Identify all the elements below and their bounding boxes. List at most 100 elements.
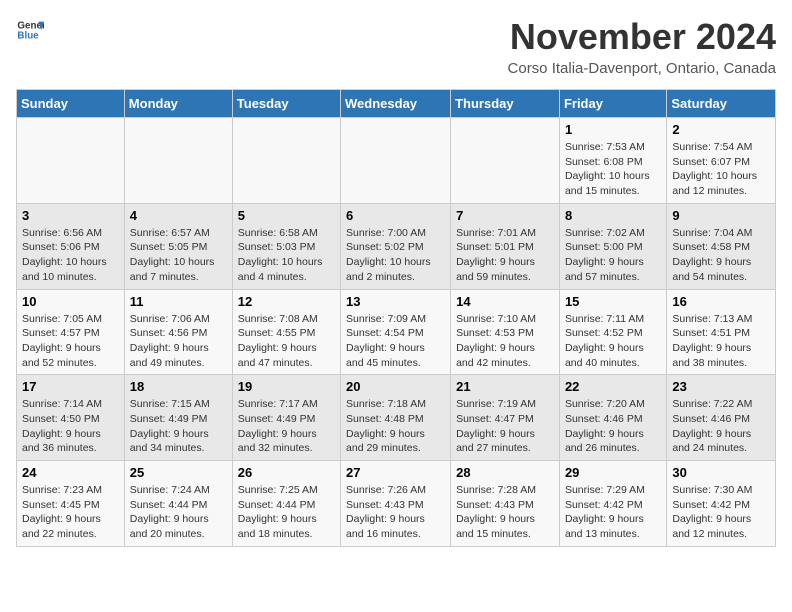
calendar-cell: 29Sunrise: 7:29 AM Sunset: 4:42 PM Dayli… [559, 461, 666, 547]
calendar-cell: 15 Sunrise: 7:11 AM Sunset: 4:52 PM Dayli… [559, 289, 666, 375]
day-info: Sunrise: 7:01 AM Sunset: 5:01 PM Dayligh… [456, 226, 554, 285]
day-info: Sunrise: 7:26 AM Sunset: 4:43 PM Dayligh… [346, 483, 445, 542]
calendar-cell: 7Sunrise: 7:01 AM Sunset: 5:01 PM Daylig… [451, 203, 560, 289]
weekday-header-tuesday: Tuesday [232, 90, 340, 118]
weekday-header-sunday: Sunday [17, 90, 125, 118]
week-row-2: 3 Sunrise: 6:56 AM Sunset: 5:06 PM Daylig… [17, 203, 776, 289]
day-info: Sunrise: 7:10 AM Sunset: 4:53 PM Dayligh… [456, 312, 554, 371]
calendar-table: SundayMondayTuesdayWednesdayThursdayFrid… [16, 89, 776, 547]
calendar-cell: 24 Sunrise: 7:23 AM Sunset: 4:45 PM Dayli… [17, 461, 125, 547]
day-number: 3 [22, 208, 119, 223]
calendar-cell: 18Sunrise: 7:15 AM Sunset: 4:49 PM Dayli… [124, 375, 232, 461]
day-number: 23 [672, 379, 770, 394]
calendar-cell: 17 Sunrise: 7:14 AM Sunset: 4:50 PM Dayli… [17, 375, 125, 461]
day-number: 2 [672, 122, 770, 137]
day-info: Sunrise: 7:23 AM Sunset: 4:45 PM Dayligh… [22, 483, 119, 542]
calendar-cell: 9Sunrise: 7:04 AM Sunset: 4:58 PM Daylig… [667, 203, 776, 289]
calendar-cell: 25 Sunrise: 7:24 AM Sunset: 4:44 PM Dayli… [124, 461, 232, 547]
day-number: 15 [565, 294, 661, 309]
day-info: Sunrise: 6:58 AM Sunset: 5:03 PM Dayligh… [238, 226, 335, 285]
calendar-cell: 4 Sunrise: 6:57 AM Sunset: 5:05 PM Daylig… [124, 203, 232, 289]
title-area: November 2024 Corso Italia-Davenport, On… [508, 16, 776, 77]
day-number: 6 [346, 208, 445, 223]
day-number: 21 [456, 379, 554, 394]
calendar-cell: 12Sunrise: 7:08 AM Sunset: 4:55 PM Dayli… [232, 289, 340, 375]
svg-text:Blue: Blue [17, 30, 39, 41]
calendar-cell [451, 118, 560, 204]
day-number: 8 [565, 208, 661, 223]
day-info: Sunrise: 7:15 AM Sunset: 4:49 PM Dayligh… [130, 397, 227, 456]
day-info: Sunrise: 7:13 AM Sunset: 4:51 PM Dayligh… [672, 312, 770, 371]
day-info: Sunrise: 7:18 AM Sunset: 4:48 PM Dayligh… [346, 397, 445, 456]
day-info: Sunrise: 7:25 AM Sunset: 4:44 PM Dayligh… [238, 483, 335, 542]
day-number: 11 [130, 294, 227, 309]
day-number: 28 [456, 465, 554, 480]
day-number: 24 [22, 465, 119, 480]
calendar-cell: 19 Sunrise: 7:17 AM Sunset: 4:49 PM Dayli… [232, 375, 340, 461]
day-number: 16 [672, 294, 770, 309]
calendar-cell [124, 118, 232, 204]
day-info: Sunrise: 7:17 AM Sunset: 4:49 PM Dayligh… [238, 397, 335, 456]
day-info: Sunrise: 6:57 AM Sunset: 5:05 PM Dayligh… [130, 226, 227, 285]
day-info: Sunrise: 7:11 AM Sunset: 4:52 PM Dayligh… [565, 312, 661, 371]
day-info: Sunrise: 7:19 AM Sunset: 4:47 PM Dayligh… [456, 397, 554, 456]
calendar-cell: 10 Sunrise: 7:05 AM Sunset: 4:57 PM Dayli… [17, 289, 125, 375]
calendar-cell: 30Sunrise: 7:30 AM Sunset: 4:42 PM Dayli… [667, 461, 776, 547]
calendar-cell: 2 Sunrise: 7:54 AM Sunset: 6:07 PM Daylig… [667, 118, 776, 204]
day-info: Sunrise: 7:29 AM Sunset: 4:42 PM Dayligh… [565, 483, 661, 542]
calendar-cell [232, 118, 340, 204]
calendar-cell: 8 Sunrise: 7:02 AM Sunset: 5:00 PM Daylig… [559, 203, 666, 289]
weekday-header-row: SundayMondayTuesdayWednesdayThursdayFrid… [17, 90, 776, 118]
day-info: Sunrise: 7:54 AM Sunset: 6:07 PM Dayligh… [672, 140, 770, 199]
day-number: 25 [130, 465, 227, 480]
day-number: 4 [130, 208, 227, 223]
day-number: 12 [238, 294, 335, 309]
weekday-header-wednesday: Wednesday [341, 90, 451, 118]
day-number: 20 [346, 379, 445, 394]
week-row-1: 1 Sunrise: 7:53 AM Sunset: 6:08 PM Daylig… [17, 118, 776, 204]
calendar-cell: 22 Sunrise: 7:20 AM Sunset: 4:46 PM Dayli… [559, 375, 666, 461]
day-info: Sunrise: 7:53 AM Sunset: 6:08 PM Dayligh… [565, 140, 661, 199]
day-info: Sunrise: 7:02 AM Sunset: 5:00 PM Dayligh… [565, 226, 661, 285]
weekday-header-saturday: Saturday [667, 90, 776, 118]
weekday-header-monday: Monday [124, 90, 232, 118]
logo-icon: General Blue [16, 16, 44, 44]
day-info: Sunrise: 7:00 AM Sunset: 5:02 PM Dayligh… [346, 226, 445, 285]
day-number: 26 [238, 465, 335, 480]
calendar-cell: 5Sunrise: 6:58 AM Sunset: 5:03 PM Daylig… [232, 203, 340, 289]
calendar-cell: 20 Sunrise: 7:18 AM Sunset: 4:48 PM Dayli… [341, 375, 451, 461]
calendar-cell [17, 118, 125, 204]
weekday-header-thursday: Thursday [451, 90, 560, 118]
day-info: Sunrise: 6:56 AM Sunset: 5:06 PM Dayligh… [22, 226, 119, 285]
day-info: Sunrise: 7:22 AM Sunset: 4:46 PM Dayligh… [672, 397, 770, 456]
day-info: Sunrise: 7:28 AM Sunset: 4:43 PM Dayligh… [456, 483, 554, 542]
header: General Blue November 2024 Corso Italia-… [16, 16, 776, 77]
day-number: 22 [565, 379, 661, 394]
calendar-cell: 26 Sunrise: 7:25 AM Sunset: 4:44 PM Dayli… [232, 461, 340, 547]
calendar-cell: 27 Sunrise: 7:26 AM Sunset: 4:43 PM Dayli… [341, 461, 451, 547]
week-row-4: 17 Sunrise: 7:14 AM Sunset: 4:50 PM Dayli… [17, 375, 776, 461]
calendar-cell: 14Sunrise: 7:10 AM Sunset: 4:53 PM Dayli… [451, 289, 560, 375]
day-number: 10 [22, 294, 119, 309]
day-number: 19 [238, 379, 335, 394]
calendar-cell: 21 Sunrise: 7:19 AM Sunset: 4:47 PM Dayli… [451, 375, 560, 461]
day-info: Sunrise: 7:04 AM Sunset: 4:58 PM Dayligh… [672, 226, 770, 285]
month-title: November 2024 [508, 16, 776, 58]
day-number: 1 [565, 122, 661, 137]
day-info: Sunrise: 7:20 AM Sunset: 4:46 PM Dayligh… [565, 397, 661, 456]
calendar-cell: 11Sunrise: 7:06 AM Sunset: 4:56 PM Dayli… [124, 289, 232, 375]
calendar-cell: 3 Sunrise: 6:56 AM Sunset: 5:06 PM Daylig… [17, 203, 125, 289]
day-info: Sunrise: 7:09 AM Sunset: 4:54 PM Dayligh… [346, 312, 445, 371]
day-number: 13 [346, 294, 445, 309]
logo: General Blue [16, 16, 44, 44]
calendar-cell: 13 Sunrise: 7:09 AM Sunset: 4:54 PM Dayli… [341, 289, 451, 375]
day-info: Sunrise: 7:24 AM Sunset: 4:44 PM Dayligh… [130, 483, 227, 542]
day-number: 30 [672, 465, 770, 480]
day-info: Sunrise: 7:14 AM Sunset: 4:50 PM Dayligh… [22, 397, 119, 456]
day-number: 27 [346, 465, 445, 480]
day-number: 17 [22, 379, 119, 394]
calendar-cell: 6 Sunrise: 7:00 AM Sunset: 5:02 PM Daylig… [341, 203, 451, 289]
calendar-cell: 23 Sunrise: 7:22 AM Sunset: 4:46 PM Dayli… [667, 375, 776, 461]
subtitle: Corso Italia-Davenport, Ontario, Canada [508, 60, 776, 77]
day-info: Sunrise: 7:05 AM Sunset: 4:57 PM Dayligh… [22, 312, 119, 371]
